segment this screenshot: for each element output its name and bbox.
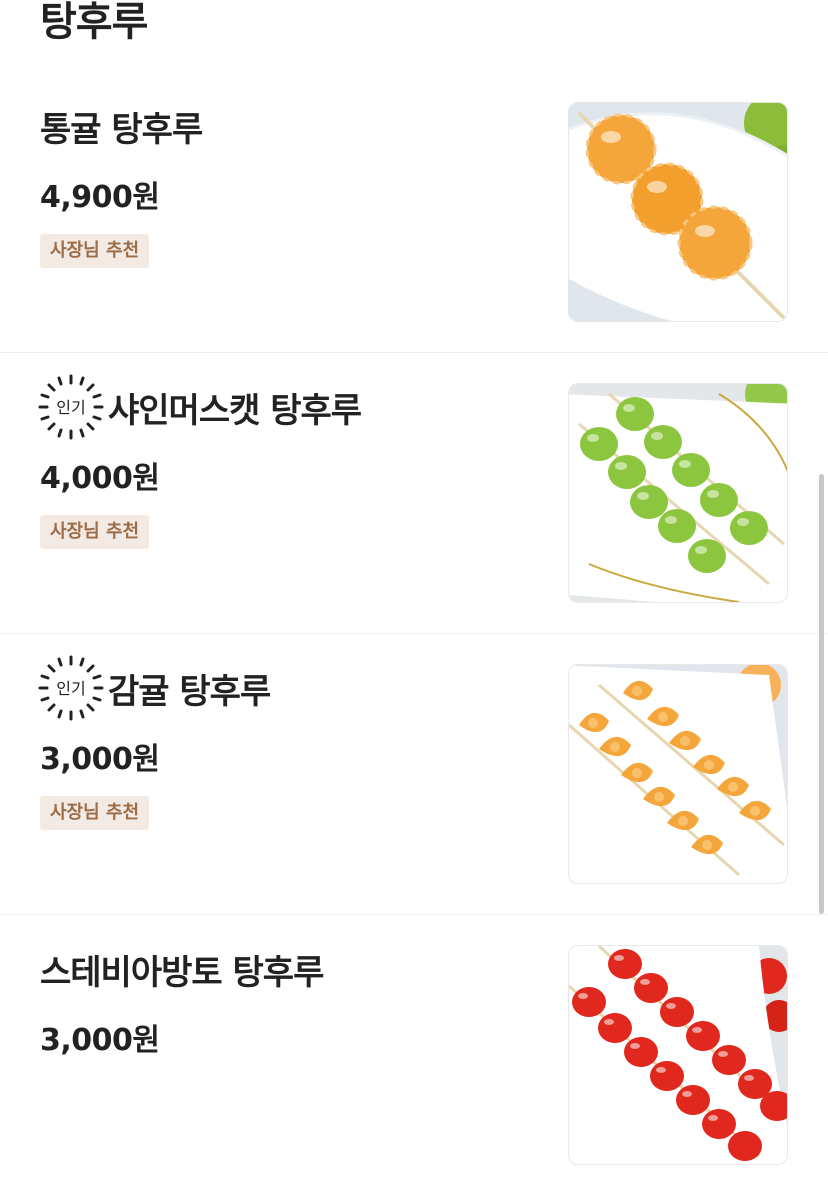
scrollbar[interactable] <box>819 474 824 914</box>
item-name: 통귤 탕후루 <box>40 109 203 150</box>
cherry-tomato-tanghulu-photo[interactable] <box>568 945 788 1165</box>
popular-badge-icon: 인기 <box>38 374 104 440</box>
item-name: 스테비아방토 탕후루 <box>40 952 324 993</box>
mandarin-tanghulu-photo[interactable] <box>568 664 788 884</box>
item-price: 3,000원 <box>40 1023 160 1058</box>
menu-item[interactable]: 인기 샤인머스캣 탕후루 4,000원 사장님 추천 <box>0 353 828 634</box>
popular-badge-icon: 인기 <box>38 655 104 721</box>
item-name: 감귤 탕후루 <box>108 671 271 712</box>
svg-text:인기: 인기 <box>56 398 85 417</box>
name-row: 인기 감귤 탕후루 <box>38 655 271 721</box>
item-name: 샤인머스캣 탕후루 <box>108 390 362 431</box>
item-price: 3,000원 <box>40 742 160 777</box>
menu-list: 통귤 탕후루 4,900원 사장님 추천 인기 샤인머스캣 탕후루 4,000원… <box>0 72 828 1195</box>
owner-recommend-tag: 사장님 추천 <box>40 234 150 268</box>
shine-muscat-tanghulu-photo[interactable] <box>568 383 788 603</box>
name-row: 인기 샤인머스캣 탕후루 <box>38 374 362 440</box>
photo-illustration <box>569 103 787 321</box>
svg-text:인기: 인기 <box>56 679 85 698</box>
owner-recommend-tag: 사장님 추천 <box>40 515 150 549</box>
menu-item[interactable]: 인기 감귤 탕후루 3,000원 사장님 추천 <box>0 634 828 915</box>
photo-illustration <box>569 665 787 883</box>
item-price: 4,000원 <box>40 461 160 496</box>
menu-item[interactable]: 스테비아방토 탕후루 3,000원 <box>0 915 828 1195</box>
photo-illustration <box>569 384 787 602</box>
photo-illustration <box>569 946 787 1164</box>
name-row: 스테비아방토 탕후루 <box>40 943 324 995</box>
owner-recommend-tag: 사장님 추천 <box>40 796 150 830</box>
item-price: 4,900원 <box>40 180 160 215</box>
section-title: 탕후루 <box>40 0 148 45</box>
name-row: 통귤 탕후루 <box>40 100 203 152</box>
whole-mandarin-tanghulu-photo[interactable] <box>568 102 788 322</box>
menu-item[interactable]: 통귤 탕후루 4,900원 사장님 추천 <box>0 72 828 353</box>
